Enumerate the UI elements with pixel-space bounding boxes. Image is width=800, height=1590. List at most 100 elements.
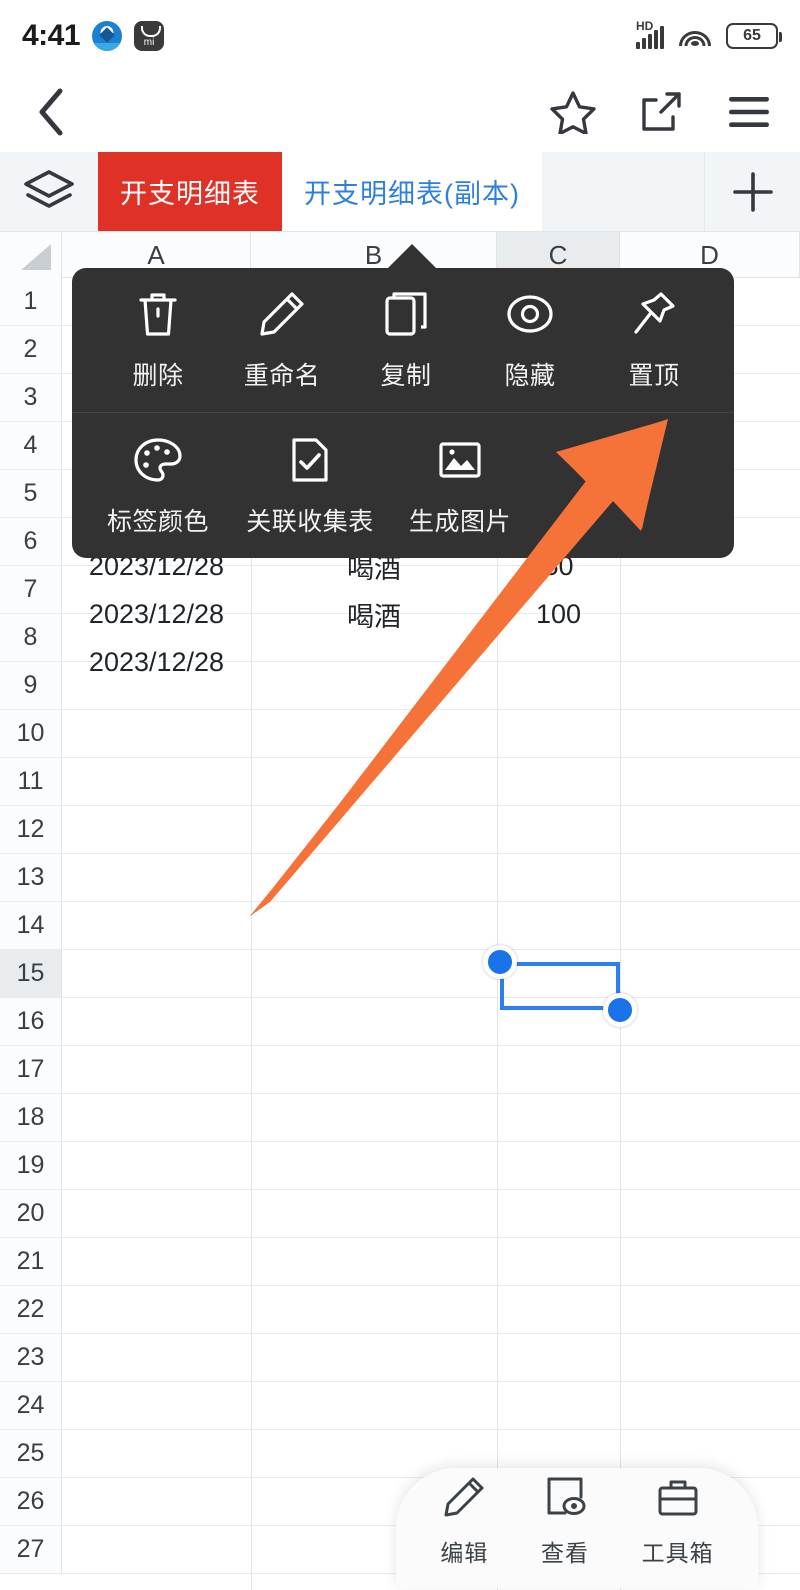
context-menu-item-tab-color[interactable]: 标签颜色: [96, 434, 220, 538]
grid-row[interactable]: [62, 998, 800, 1046]
plus-icon[interactable]: [704, 152, 800, 231]
pencil-edit-icon: [442, 1475, 486, 1524]
pencil-icon: [258, 288, 306, 340]
cell-c7[interactable]: 100: [497, 590, 620, 638]
selection-handle-end[interactable]: [603, 993, 637, 1027]
row-header-13[interactable]: 13: [0, 854, 62, 902]
hd-signal-icon: HD: [636, 19, 664, 49]
row-header-2[interactable]: 2: [0, 326, 62, 374]
context-menu-item-hide[interactable]: 隐藏: [468, 288, 592, 392]
grid-row[interactable]: [62, 902, 800, 950]
grid-row[interactable]: [62, 1238, 800, 1286]
layers-icon[interactable]: [0, 152, 98, 231]
row-header-17[interactable]: 17: [0, 1046, 62, 1094]
trash-icon: [136, 288, 180, 340]
grid-row[interactable]: [62, 806, 800, 854]
ccb-bank-app-icon: [92, 21, 123, 51]
row-header-4[interactable]: 4: [0, 422, 62, 470]
row-header-21[interactable]: 21: [0, 1238, 62, 1286]
context-menu-label: 关联收集表: [246, 507, 374, 536]
row-header-26[interactable]: 26: [0, 1478, 62, 1526]
row-header-8[interactable]: 8: [0, 614, 62, 662]
sheet-tab-active[interactable]: 开支明细表: [98, 152, 282, 231]
context-menu-caret: [386, 244, 438, 270]
spreadsheet-app-screen: 4:41 HD 65: [0, 0, 800, 1590]
row-header-25[interactable]: 25: [0, 1430, 62, 1478]
select-all-corner[interactable]: [0, 232, 62, 278]
row-header-7[interactable]: 7: [0, 566, 62, 614]
sheet-tab-bar: 开支明细表 开支明细表(副本): [0, 152, 800, 232]
row-header-24[interactable]: 24: [0, 1382, 62, 1430]
chevron-left-icon[interactable]: [28, 88, 74, 136]
cell-b7[interactable]: 喝酒: [251, 590, 497, 638]
grid-row[interactable]: [62, 950, 800, 998]
context-menu-item-link-form[interactable]: 关联收集表: [246, 434, 374, 538]
row-header-20[interactable]: 20: [0, 1190, 62, 1238]
grid-row[interactable]: [62, 1382, 800, 1430]
row-header-12[interactable]: 12: [0, 806, 62, 854]
cell-selection-box: [500, 962, 620, 1010]
sheet-tab-filler: [541, 152, 704, 231]
context-menu-row-1: 删除 重命名 复制 隐藏 置顶: [72, 268, 734, 413]
grid-row[interactable]: [62, 710, 800, 758]
grid-row[interactable]: [62, 1190, 800, 1238]
context-menu-item-pin-top[interactable]: 置顶: [592, 288, 716, 392]
row-header-19[interactable]: 19: [0, 1142, 62, 1190]
status-bar-clock: 4:41: [22, 19, 81, 52]
grid-row[interactable]: [62, 1142, 800, 1190]
view-eye-icon: [543, 1475, 587, 1524]
context-menu-label: 标签颜色: [106, 507, 209, 536]
hamburger-menu-icon[interactable]: [726, 89, 772, 135]
context-menu-item-delete[interactable]: 删除: [96, 288, 220, 392]
context-menu-item-generate-image[interactable]: 生成图片: [398, 434, 522, 538]
row-header-6[interactable]: 6: [0, 518, 62, 566]
cell-a7[interactable]: 2023/12/28: [62, 590, 251, 638]
context-menu-row-2: 标签颜色 关联收集表 生成图片: [72, 413, 734, 558]
row-header-14[interactable]: 14: [0, 902, 62, 950]
bottom-toolbar-item-edit[interactable]: 编辑: [440, 1475, 488, 1568]
row-header-27[interactable]: 27: [0, 1526, 62, 1574]
grid-row[interactable]: [62, 1286, 800, 1334]
context-menu-item-rename[interactable]: 重命名: [220, 288, 344, 392]
image-icon: [436, 434, 484, 486]
context-menu-label: 隐藏: [504, 362, 556, 390]
row-header-18[interactable]: 18: [0, 1094, 62, 1142]
bottom-floating-toolbar: 编辑 查看 工具箱: [396, 1468, 758, 1588]
context-menu-label: 重命名: [243, 362, 321, 390]
grid-row[interactable]: [62, 1094, 800, 1142]
bottom-toolbar-label: 工具箱: [641, 1539, 714, 1566]
battery-icon: 65: [726, 23, 782, 49]
row-header-3[interactable]: 3: [0, 374, 62, 422]
context-menu-label: 复制: [380, 362, 432, 390]
row-header-22[interactable]: 22: [0, 1286, 62, 1334]
row-header-23[interactable]: 23: [0, 1334, 62, 1382]
grid-row[interactable]: [62, 758, 800, 806]
row-header-10[interactable]: 10: [0, 710, 62, 758]
grid-row[interactable]: [62, 1046, 800, 1094]
sheet-context-menu[interactable]: 删除 重命名 复制 隐藏 置顶 标签颜色 关联收集表 生成图片: [72, 268, 734, 558]
row-header-16[interactable]: 16: [0, 998, 62, 1046]
bottom-toolbar-item-toolbox[interactable]: 工具箱: [642, 1475, 714, 1568]
pin-icon: [631, 288, 677, 340]
context-menu-item-copy[interactable]: 复制: [344, 288, 468, 392]
mi-store-icon: [134, 21, 165, 51]
palette-icon: [133, 434, 183, 486]
star-icon[interactable]: [550, 89, 596, 135]
selection-handle-start[interactable]: [483, 945, 517, 979]
row-header-11[interactable]: 11: [0, 758, 62, 806]
bottom-toolbar-item-view[interactable]: 查看: [541, 1475, 589, 1568]
eye-icon: [505, 288, 555, 340]
sheet-tab-copy[interactable]: 开支明细表(副本): [282, 152, 542, 231]
row-header-9[interactable]: 9: [0, 662, 62, 710]
toolbox-icon: [656, 1475, 700, 1524]
status-bar: 4:41 HD 65: [0, 0, 800, 72]
row-header-15[interactable]: 15: [0, 950, 62, 998]
share-icon[interactable]: [638, 89, 684, 135]
cell-a8[interactable]: 2023/12/28: [62, 638, 251, 686]
grid-row[interactable]: [62, 854, 800, 902]
grid-row[interactable]: [62, 1334, 800, 1382]
row-header-5[interactable]: 5: [0, 470, 62, 518]
status-bar-right: HD 65: [636, 19, 782, 49]
form-check-icon: [288, 434, 332, 486]
row-header-1[interactable]: 1: [0, 278, 62, 326]
